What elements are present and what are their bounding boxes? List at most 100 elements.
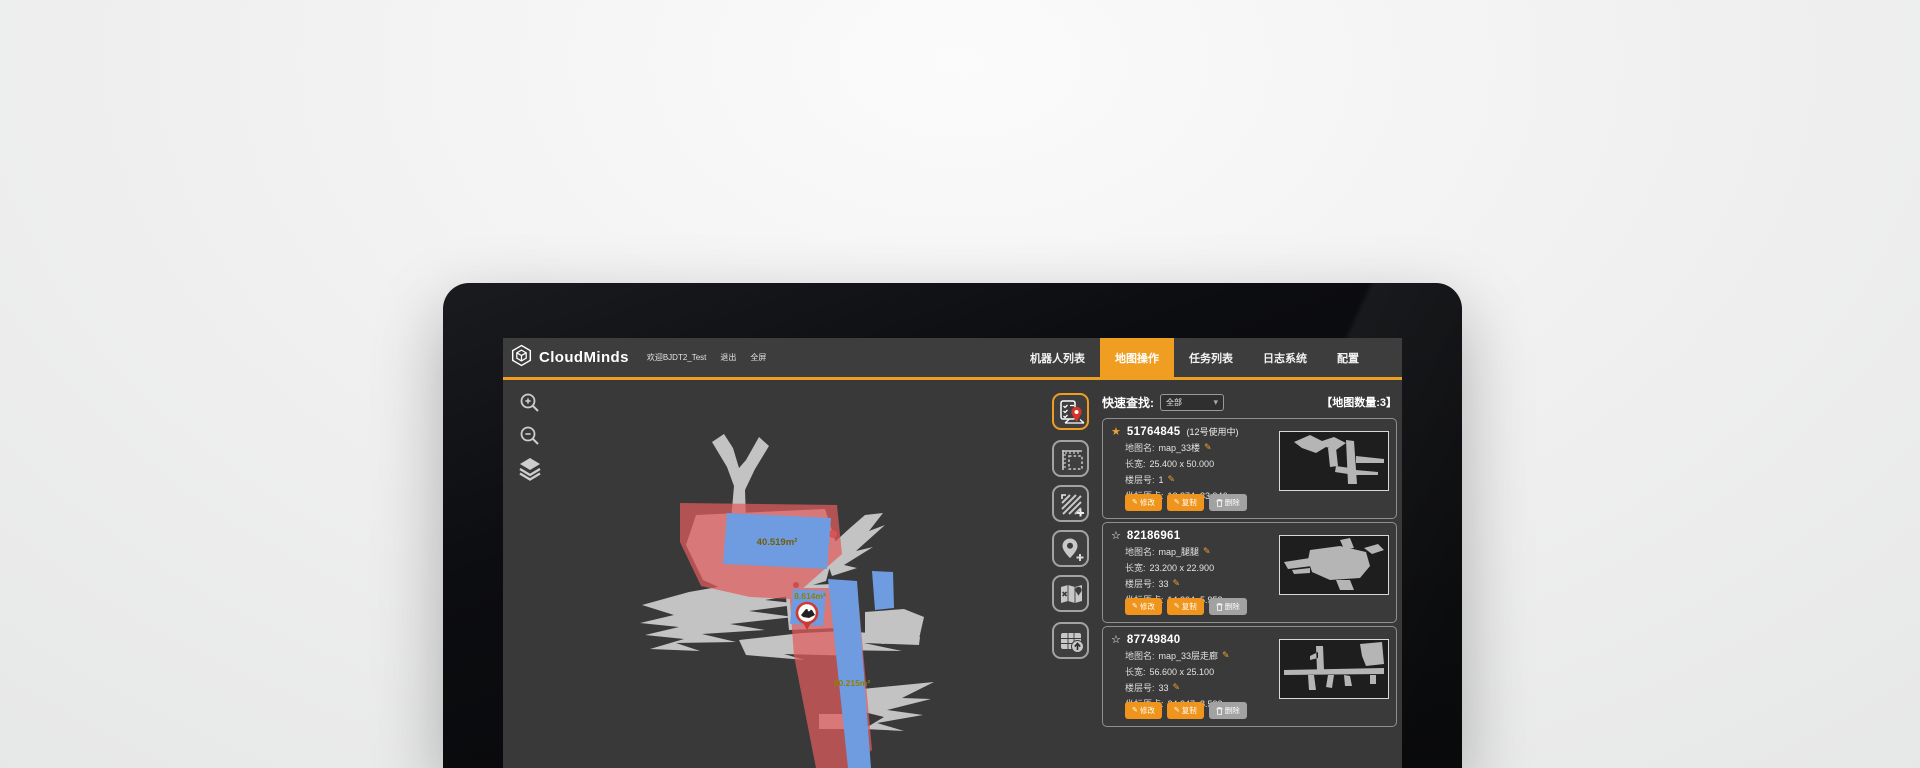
tool-map-marker-button[interactable]: [1052, 575, 1089, 612]
tool-add-virtual-wall-button[interactable]: [1052, 485, 1089, 522]
edit-pencil-icon[interactable]: ✎: [1168, 474, 1176, 485]
field-label: 楼层号:: [1125, 577, 1155, 590]
panel-header: 快速查找: 全部 ▾ 【地图数量:3】: [1102, 392, 1397, 412]
field-value: map_腿腿: [1159, 545, 1200, 558]
menu-item-config[interactable]: 配置: [1322, 338, 1374, 380]
tool-measure-area-button[interactable]: [1052, 440, 1089, 477]
map-id: 51764845: [1127, 426, 1181, 438]
edit-pencil-icon[interactable]: ✎: [1203, 546, 1211, 557]
brand: CloudMinds: [510, 344, 629, 372]
cloudminds-logo-icon: [510, 344, 533, 372]
map-thumbnail: [1279, 535, 1389, 595]
delete-button[interactable]: 删除: [1209, 702, 1247, 719]
tool-upload-map-button[interactable]: [1052, 622, 1089, 659]
menu-item-log-system[interactable]: 日志系统: [1248, 338, 1322, 380]
pencil-icon: ✎: [1132, 707, 1138, 714]
trash-icon: [1216, 499, 1223, 507]
field-label: 楼层号:: [1125, 681, 1155, 694]
modify-button[interactable]: ✎修改: [1125, 702, 1162, 719]
top-navbar: CloudMinds 欢迎BJDT2_Test 退出 全屏 机器人列表 地图操作…: [503, 338, 1402, 380]
task-checklist-pin-icon: [1057, 398, 1085, 426]
hatched-area-add-icon: [1058, 491, 1084, 517]
field-label: 长宽:: [1125, 457, 1146, 470]
map-card: ☆ 82186961 地图名:map_腿腿✎ 长宽:23.200 x 22.90…: [1102, 522, 1397, 623]
map-zoom-controls: [517, 390, 543, 482]
map-card: ★ 51764845 (12号使用中) 地图名:map_33楼✎ 长宽:25.4…: [1102, 418, 1397, 519]
map-list-panel: 快速查找: 全部 ▾ 【地图数量:3】 ★ 51764845 (12号使用中) …: [1102, 392, 1397, 730]
zoom-in-button[interactable]: [517, 390, 543, 416]
field-value: map_33楼: [1159, 441, 1201, 454]
pencil-icon: ✎: [1132, 603, 1138, 610]
field-label: 地图名:: [1125, 649, 1155, 662]
tool-add-location-button[interactable]: [1052, 530, 1089, 567]
field-label: 长宽:: [1125, 665, 1146, 678]
trash-icon: [1216, 707, 1223, 715]
pencil-icon: ✎: [1174, 603, 1180, 610]
pencil-icon: ✎: [1132, 499, 1138, 506]
edit-pencil-icon[interactable]: ✎: [1173, 578, 1181, 589]
favorite-star-icon[interactable]: ☆: [1111, 633, 1121, 646]
app-screen: CloudMinds 欢迎BJDT2_Test 退出 全屏 机器人列表 地图操作…: [503, 338, 1402, 768]
field-label: 长宽:: [1125, 561, 1146, 574]
menu-item-task-list[interactable]: 任务列表: [1174, 338, 1248, 380]
map-card: ☆ 87749840 地图名:map_33层走廊✎ 长宽:56.600 x 25…: [1102, 626, 1397, 727]
task-area: [872, 571, 894, 610]
field-label: 地图名:: [1125, 545, 1155, 558]
area-label: 80.215m²: [834, 678, 871, 688]
map-count-label: 【地图数量:3】: [1321, 394, 1397, 410]
field-value: 23.200 x 22.900: [1150, 563, 1215, 573]
zoom-in-icon: [518, 391, 542, 415]
edit-pencil-icon[interactable]: ✎: [1204, 442, 1212, 453]
map-status: (12号使用中): [1186, 425, 1238, 438]
tool-task-checklist-button[interactable]: [1052, 393, 1089, 430]
modify-button[interactable]: ✎修改: [1125, 494, 1162, 511]
chevron-down-icon: ▾: [1213, 398, 1218, 407]
copy-button[interactable]: ✎复制: [1167, 702, 1204, 719]
filter-selected-value: 全部: [1166, 397, 1213, 408]
brand-name: CloudMinds: [539, 349, 629, 366]
map-thumbnail: [1279, 431, 1389, 491]
pencil-icon: ✎: [1174, 499, 1180, 506]
modify-button[interactable]: ✎修改: [1125, 598, 1162, 615]
area-label: 40.519m²: [757, 537, 798, 548]
layers-button[interactable]: [517, 456, 543, 482]
main-menu: 机器人列表 地图操作 任务列表 日志系统 配置: [1015, 338, 1374, 380]
field-value: 56.600 x 25.100: [1150, 667, 1215, 677]
map-id: 87749840: [1127, 634, 1181, 646]
edit-pencil-icon[interactable]: ✎: [1222, 650, 1230, 661]
measure-ruler-icon: [1058, 446, 1084, 472]
field-value: 33: [1159, 683, 1169, 693]
area-label: 8.614m²: [794, 591, 826, 601]
copy-button[interactable]: ✎复制: [1167, 494, 1204, 511]
copy-button[interactable]: ✎复制: [1167, 598, 1204, 615]
filter-dropdown[interactable]: 全部 ▾: [1160, 394, 1224, 411]
favorite-star-icon[interactable]: ☆: [1111, 529, 1121, 542]
map-upload-icon: [1058, 628, 1084, 654]
map-id: 82186961: [1127, 530, 1181, 542]
page-background: CloudMinds 欢迎BJDT2_Test 退出 全屏 机器人列表 地图操作…: [0, 0, 1920, 768]
logout-link[interactable]: 退出: [720, 352, 736, 363]
field-label: 楼层号:: [1125, 473, 1155, 486]
welcome-text: 欢迎BJDT2_Test: [647, 352, 707, 363]
delete-button[interactable]: 删除: [1209, 494, 1247, 511]
field-value: 25.400 x 50.000: [1150, 459, 1215, 469]
zoom-out-icon: [518, 424, 542, 448]
field-value: map_33层走廊: [1159, 649, 1219, 662]
zoom-out-button[interactable]: [517, 423, 543, 449]
edit-pencil-icon[interactable]: ✎: [1173, 682, 1181, 693]
menu-item-map-operation[interactable]: 地图操作: [1100, 338, 1174, 380]
quick-find-label: 快速查找:: [1102, 394, 1154, 411]
field-label: 地图名:: [1125, 441, 1155, 454]
fullscreen-link[interactable]: 全屏: [750, 352, 766, 363]
trash-icon: [1216, 603, 1223, 611]
folded-map-marker-icon: [1058, 581, 1084, 607]
map-tool-column: [1052, 393, 1090, 669]
menu-item-robot-list[interactable]: 机器人列表: [1015, 338, 1100, 380]
field-value: 1: [1159, 475, 1164, 485]
layers-icon: [517, 456, 543, 482]
location-pin-add-icon: [1058, 536, 1084, 562]
delete-button[interactable]: 删除: [1209, 598, 1247, 615]
map-thumbnail: [1279, 639, 1389, 699]
field-value: 33: [1159, 579, 1169, 589]
favorite-star-icon[interactable]: ★: [1111, 425, 1121, 438]
